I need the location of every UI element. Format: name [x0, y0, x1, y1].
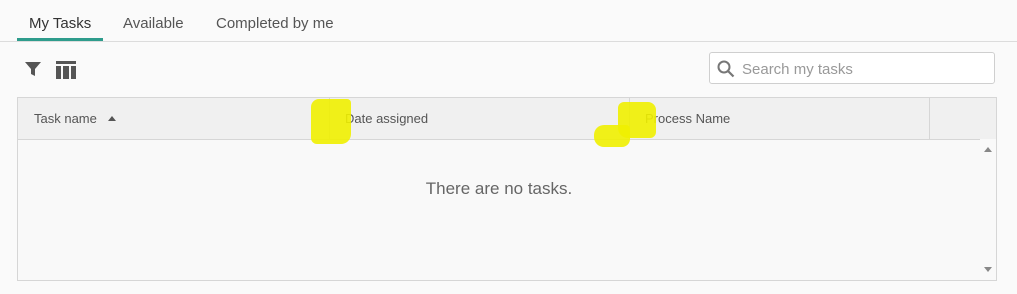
active-tab-indicator: [17, 38, 103, 41]
highlight-mark: [311, 99, 351, 144]
search-box: [709, 52, 995, 84]
tasks-grid: Task name Date assigned Process Name The…: [17, 97, 997, 281]
sort-ascending-icon: [108, 116, 116, 121]
highlight-mark: [594, 125, 630, 147]
search-input[interactable]: [740, 55, 992, 83]
grid-header: Task name Date assigned Process Name: [18, 98, 996, 140]
column-actions: [930, 98, 996, 139]
column-label-process-name: Process Name: [645, 111, 731, 126]
tab-bar: My Tasks Available Completed by me: [0, 0, 1017, 42]
column-label-date-assigned: Date assigned: [345, 111, 429, 126]
scroll-up-icon[interactable]: [984, 147, 992, 152]
tab-available[interactable]: Available: [123, 15, 184, 32]
search-icon: [717, 60, 735, 78]
column-task-name[interactable]: Task name: [18, 98, 329, 139]
tab-my-tasks[interactable]: My Tasks: [29, 15, 91, 32]
empty-state-message: There are no tasks.: [425, 179, 573, 198]
vertical-scrollbar[interactable]: [980, 139, 996, 280]
tab-completed-by-me[interactable]: Completed by me: [216, 15, 334, 32]
column-process-name[interactable]: Process Name: [630, 98, 929, 139]
column-label-task-name: Task name: [34, 111, 97, 126]
column-date-assigned[interactable]: Date assigned: [330, 98, 629, 139]
filter-icon[interactable]: [24, 60, 46, 80]
scroll-down-icon[interactable]: [984, 267, 992, 272]
columns-icon[interactable]: [55, 60, 77, 80]
